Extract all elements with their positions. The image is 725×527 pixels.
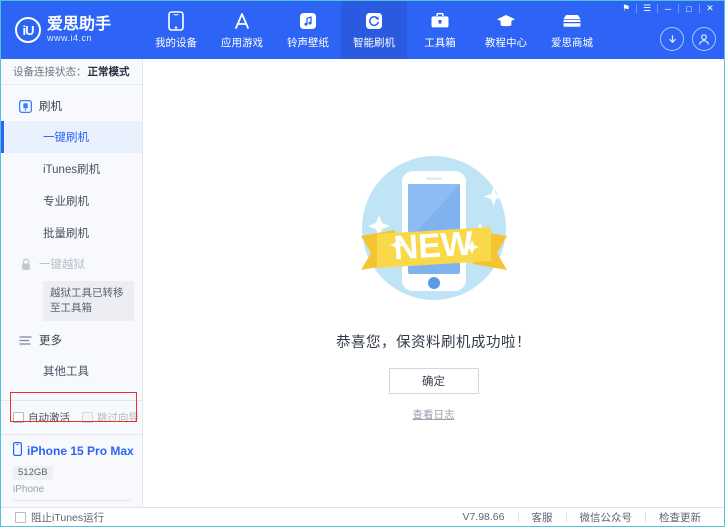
sidebar-item-label: 其他工具	[43, 366, 89, 378]
auto-activate-label: 自动激活	[28, 411, 70, 424]
check-update-link[interactable]: 检查更新	[646, 510, 714, 525]
sidebar-item-pro-flash[interactable]: 专业刷机	[1, 185, 142, 217]
checkbox-box	[82, 411, 93, 423]
top-navigation-bar: iU 爱思助手 www.i4.cn 我的设备 应用游戏 铃声壁纸 智能刷机 工具…	[1, 1, 724, 59]
nav-tab-toolbox[interactable]: 工具箱	[407, 1, 473, 59]
nav-tab-label: 铃声壁纸	[287, 37, 329, 49]
auto-activate-checkbox[interactable]: 自动激活	[13, 410, 70, 425]
music-icon	[297, 10, 319, 32]
nav-tab-apps-games[interactable]: 应用游戏	[209, 1, 275, 59]
device-capacity-badge: 512GB	[13, 465, 53, 480]
divider	[657, 4, 658, 13]
skip-wizard-checkbox: 跳过向导	[82, 410, 139, 425]
device-card[interactable]: iPhone 15 Pro Max 512GB iPhone	[1, 433, 142, 508]
sidebar: 设备连接状态： 正常模式 刷机 一键刷机 iTunes刷机 专业刷机 批量刷机 …	[1, 59, 143, 507]
sidebar-item-other-tools[interactable]: 其他工具	[1, 355, 142, 387]
sidebar-item-itunes-flash[interactable]: iTunes刷机	[1, 153, 142, 185]
connection-status-label: 设备连接状态：	[13, 66, 87, 78]
nav-tab-label: 教程中心	[485, 37, 527, 49]
download-circle-icon[interactable]	[660, 27, 684, 51]
svg-text:NEW: NEW	[392, 225, 474, 268]
account-circle-icon[interactable]	[692, 27, 716, 51]
graduation-icon	[495, 10, 517, 32]
nav-tab-label: 爱思商城	[551, 37, 593, 49]
brand-subtitle: www.i4.cn	[47, 33, 93, 43]
divider	[13, 500, 131, 501]
new-phone-badge-illustration: NEW	[339, 131, 529, 321]
sidebar-group-more[interactable]: 更多	[1, 325, 142, 355]
status-bar: 阻止iTunes运行 V7.98.66 客服 微信公众号 检查更新	[1, 507, 724, 526]
skip-wizard-label: 跳过向导	[97, 411, 139, 424]
sidebar-item-label: iTunes刷机	[43, 164, 101, 176]
phone-small-icon	[13, 441, 23, 461]
top-right-actions	[660, 27, 716, 51]
device-name: iPhone 15 Pro Max	[27, 444, 134, 458]
nav-tab-label: 工具箱	[424, 37, 456, 49]
block-itunes-checkbox[interactable]: 阻止iTunes运行	[15, 510, 104, 525]
flash-icon	[19, 99, 32, 113]
logo-mark-icon: iU	[15, 17, 41, 43]
nav-tab-my-device[interactable]: 我的设备	[143, 1, 209, 59]
app-window: iU 爱思助手 www.i4.cn 我的设备 应用游戏 铃声壁纸 智能刷机 工具…	[0, 0, 725, 527]
block-itunes-label: 阻止iTunes运行	[31, 511, 105, 524]
connection-status: 设备连接状态： 正常模式	[1, 59, 142, 85]
close-icon[interactable]: ✕	[702, 2, 718, 15]
device-type: iPhone	[13, 484, 45, 495]
menu-icon[interactable]: ☰	[639, 2, 655, 15]
sidebar-item-batch-flash[interactable]: 批量刷机	[1, 217, 142, 249]
sidebar-group-flash[interactable]: 刷机	[1, 91, 142, 121]
nav-tab-ringtones-wallpaper[interactable]: 铃声壁纸	[275, 1, 341, 59]
list-icon	[19, 334, 32, 347]
divider	[699, 4, 700, 13]
sidebar-item-label: 批量刷机	[43, 228, 89, 240]
sidebar-item-one-key-flash[interactable]: 一键刷机	[1, 121, 142, 153]
confirm-button[interactable]: 确定	[388, 368, 479, 394]
nav-tab-label: 我的设备	[155, 37, 197, 49]
brand-title: 爱思助手	[47, 16, 112, 33]
window-controls: ⚑ ☰ ─ □ ✕	[618, 2, 718, 15]
view-log-link[interactable]: 查看日志	[413, 407, 455, 422]
maximize-icon[interactable]: □	[681, 2, 697, 15]
body-container: 设备连接状态： 正常模式 刷机 一键刷机 iTunes刷机 专业刷机 批量刷机 …	[1, 59, 724, 507]
refresh-icon	[363, 10, 385, 32]
divider	[678, 4, 679, 13]
sidebar-group-label: 刷机	[39, 101, 62, 113]
store-icon	[561, 10, 583, 32]
app-version: V7.98.66	[462, 511, 505, 523]
sidebar-group-label: 更多	[39, 335, 62, 347]
lock-icon	[19, 258, 32, 271]
success-message: 恭喜您，保资料刷机成功啦！	[336, 335, 531, 351]
nav-tab-label: 应用游戏	[221, 37, 263, 49]
checkbox-box[interactable]	[13, 411, 24, 423]
brand-logo: iU 爱思助手 www.i4.cn	[1, 1, 143, 59]
sidebar-options-wrap: 自动激活 跳过向导	[1, 391, 142, 434]
sidebar-options: 自动激活 跳过向导	[1, 401, 142, 434]
nav-tab-tutorial-center[interactable]: 教程中心	[473, 1, 539, 59]
toolbox-icon	[429, 10, 451, 32]
checkbox-box[interactable]	[15, 511, 26, 523]
appstore-icon	[231, 10, 253, 32]
wechat-official-link[interactable]: 微信公众号	[567, 510, 646, 525]
sidebar-item-label: 专业刷机	[43, 196, 89, 208]
sidebar-item-label: 一键刷机	[43, 132, 89, 144]
pin-icon[interactable]: ⚑	[618, 2, 634, 15]
sidebar-nav: 刷机 一键刷机 iTunes刷机 专业刷机 批量刷机 一键越狱 越狱工具已转移至…	[1, 85, 142, 392]
divider	[636, 4, 637, 13]
connection-status-value: 正常模式	[87, 66, 130, 78]
nav-tab-smart-flash[interactable]: 智能刷机	[341, 1, 407, 59]
nav-tab-label: 智能刷机	[353, 37, 395, 49]
customer-service-link[interactable]: 客服	[519, 510, 566, 525]
jailbreak-moved-tip: 越狱工具已转移至工具箱	[43, 281, 134, 321]
minimize-icon[interactable]: ─	[660, 2, 676, 15]
nav-tab-aisi-store[interactable]: 爱思商城	[539, 1, 605, 59]
phone-icon	[165, 10, 187, 32]
sidebar-group-jailbreak: 一键越狱	[1, 249, 142, 279]
sidebar-group-label: 一键越狱	[39, 259, 85, 271]
main-content: NEW 恭喜您，保资料刷机成功啦！ 确定 查看日志	[143, 59, 724, 507]
footer-links: V7.98.66 客服 微信公众号 检查更新	[449, 510, 714, 525]
